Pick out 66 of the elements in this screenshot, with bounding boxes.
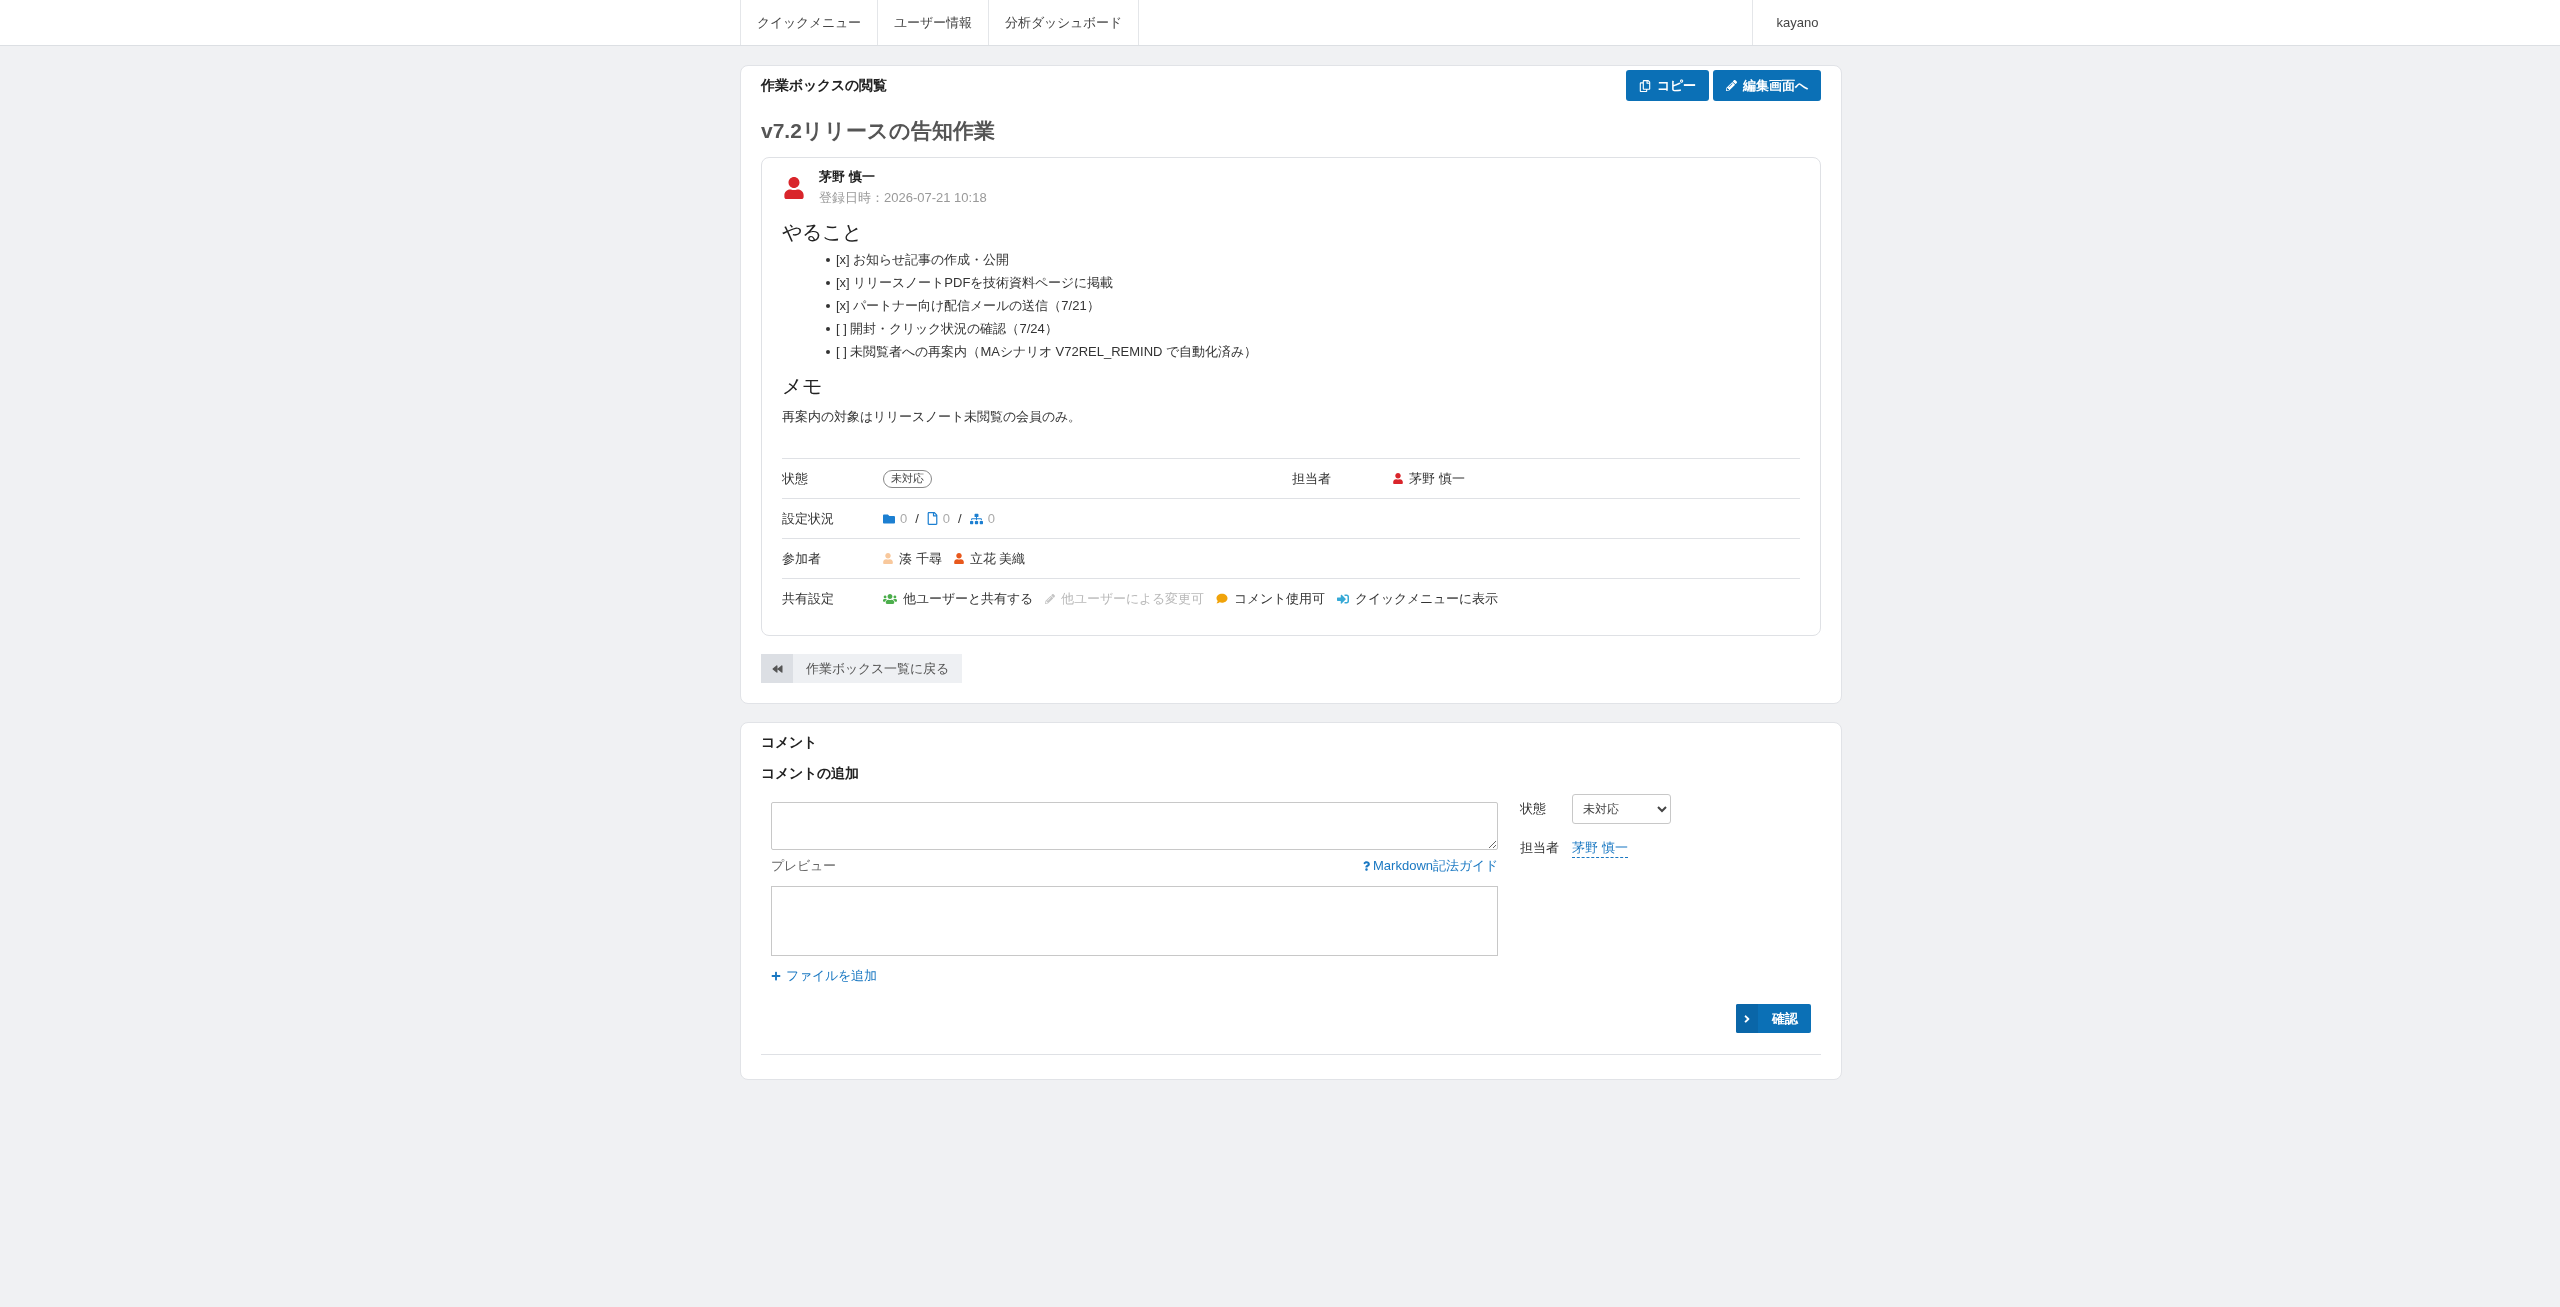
- users-icon: [883, 592, 897, 605]
- field-label: 担当者: [1520, 839, 1560, 858]
- field-label: 状態: [782, 469, 809, 488]
- field-label: 担当者: [1292, 469, 1332, 488]
- rewind-icon: [771, 663, 783, 674]
- bullet-icon: [826, 257, 830, 262]
- section-heading: やること: [782, 220, 863, 245]
- author-name: 茅野 慎一: [819, 168, 876, 186]
- registered-date: 登録日時：2026-07-21 10:18: [819, 189, 987, 207]
- comment-input[interactable]: [771, 802, 1498, 850]
- chevron-right-icon: [1742, 1012, 1752, 1025]
- bullet-icon: [826, 349, 830, 354]
- sharing-option: コメント使用可: [1234, 588, 1325, 609]
- bullet-icon: [826, 326, 830, 331]
- markdown-guide-link[interactable]: Markdown記法ガイド: [1363, 856, 1498, 876]
- sharing-option: 他ユーザーと共有する: [903, 588, 1033, 609]
- count-text: 0: [987, 509, 995, 528]
- comment-icon: [1216, 593, 1228, 604]
- file-icon: [926, 512, 938, 525]
- field-label: 状態: [1520, 800, 1547, 819]
- section-heading: コメントの追加: [761, 764, 860, 783]
- field-label: 共有設定: [782, 589, 835, 608]
- field-label: 参加者: [782, 549, 822, 568]
- question-icon: [1363, 861, 1371, 871]
- participant-name: 湊 千尋: [899, 549, 942, 568]
- assignee-link[interactable]: 茅野 慎一: [1572, 838, 1628, 858]
- assignee-name: 茅野 慎一: [1409, 469, 1465, 488]
- edit-button[interactable]: 編集画面へ: [1713, 70, 1821, 101]
- back-button[interactable]: 作業ボックス一覧に戻る: [761, 654, 962, 683]
- hierarchy-icon: [969, 512, 983, 525]
- section-heading: メモ: [782, 374, 823, 399]
- nav-link[interactable]: 分析ダッシュボード: [989, 0, 1139, 45]
- memo-text: 再案内の対象はリリースノート未閲覧の会員のみ。: [782, 408, 1082, 426]
- field-label: 設定状況: [782, 509, 835, 528]
- task-item: [x] お知らせ記事の作成・公開: [836, 250, 1010, 269]
- bullet-icon: [826, 280, 830, 285]
- copy-button[interactable]: コピー: [1626, 70, 1709, 101]
- page-title: v7.2リリースの告知作業: [761, 118, 996, 144]
- nav-link[interactable]: クイックメニュー: [740, 0, 878, 45]
- nav-link[interactable]: ユーザー情報: [878, 0, 989, 45]
- card-header: 作業ボックスの閲覧: [761, 76, 887, 95]
- user-menu[interactable]: kayano: [1752, 0, 1842, 45]
- user-icon: [1393, 473, 1403, 484]
- sign-in-icon: [1337, 592, 1349, 605]
- status-select[interactable]: 未対応: [1572, 794, 1671, 824]
- card-header: コメント: [761, 733, 818, 752]
- copy-icon: [1639, 79, 1651, 92]
- task-item: [x] パートナー向け配信メールの送信（7/21）: [836, 296, 1100, 315]
- task-item: [x] リリースノートPDFを技術資料ページに掲載: [836, 273, 1114, 292]
- plus-icon: [771, 971, 781, 981]
- confirm-button[interactable]: 確認: [1736, 1004, 1811, 1033]
- separator-text: /: [915, 509, 919, 528]
- avatar-icon: [784, 177, 804, 199]
- participant-name: 立花 美織: [969, 549, 1026, 568]
- sharing-option: クイックメニューに表示: [1355, 588, 1498, 609]
- pencil-icon: [1726, 80, 1737, 91]
- separator-text: /: [958, 509, 962, 528]
- count-text: 0: [942, 509, 951, 528]
- count-text: 0: [900, 509, 908, 528]
- bullet-icon: [826, 303, 830, 308]
- task-item: [ ] 開封・クリック状況の確認（7/24）: [836, 319, 1058, 338]
- preview-label: プレビュー: [771, 857, 836, 876]
- pencil-icon: [1045, 593, 1055, 604]
- add-file-link[interactable]: ファイルを追加: [771, 966, 877, 986]
- task-item: [ ] 未閲覧者への再案内（MAシナリオ V72REL_REMIND で自動化済み）: [836, 342, 1258, 361]
- folder-icon: [883, 512, 895, 525]
